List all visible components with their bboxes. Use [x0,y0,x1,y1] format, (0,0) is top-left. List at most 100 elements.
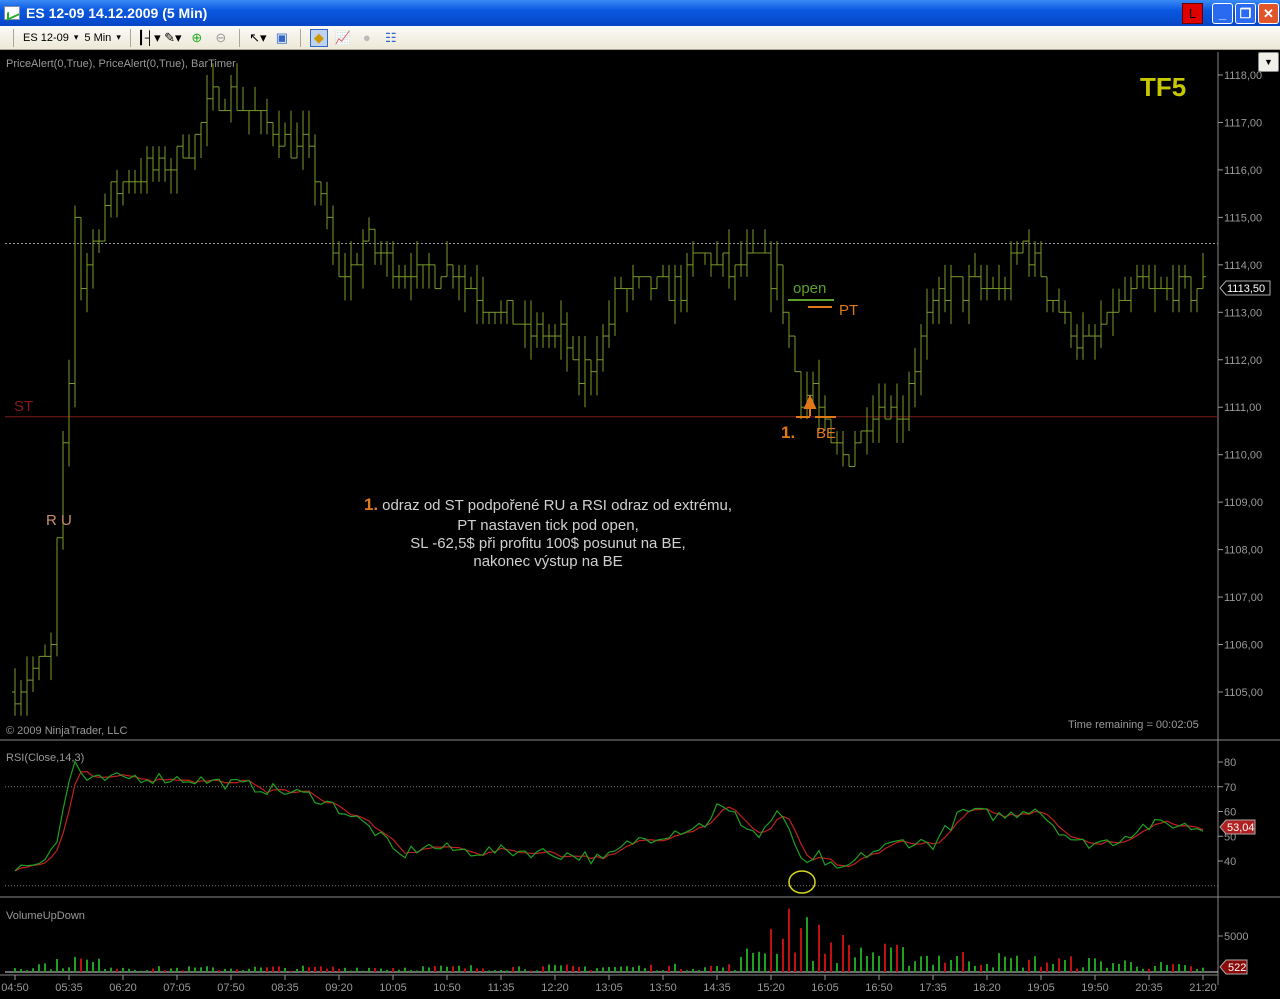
price-bar [888,395,894,420]
price-bar [1110,288,1116,337]
price-bar [798,371,804,420]
price-bar [162,146,168,182]
note-line: odraz od ST podpořené RU a RSI odraz od … [382,497,732,514]
divider [129,28,131,47]
price-bar [156,146,162,182]
divider [238,28,240,47]
price-bar [786,311,792,348]
price-bar [336,241,342,278]
price-bar [1050,299,1056,313]
price-bar [762,229,768,254]
note-number: 1. [364,495,378,514]
price-bar [894,383,900,443]
properties-icon[interactable]: ▣ [273,29,291,47]
price-bar [876,383,882,443]
indicators-icon[interactable]: 📈 [334,29,352,47]
price-bar [270,121,276,147]
chart-options-dropdown[interactable]: ▼ [1258,52,1279,72]
entry-number: 1. [781,423,795,442]
price-bar [744,229,750,277]
price-bar [312,134,318,206]
minimize-button[interactable]: _ [1212,3,1233,24]
price-bar [636,276,642,289]
volume-tick-label: 5000 [1224,931,1248,943]
zoom-out-icon[interactable]: ⊖ [212,29,230,47]
price-bar [48,632,54,681]
price-bar [702,252,708,265]
divider [299,28,301,47]
pencil-draw-icon[interactable]: ✎▾ [164,29,182,47]
price-bar [1098,300,1104,348]
zoom-in-icon[interactable]: ⊕ [188,29,206,47]
price-bar [252,86,258,112]
price-bar [576,336,582,396]
price-bar [192,133,198,170]
price-bar [924,288,930,360]
time-tick-label: 18:20 [973,982,1001,994]
price-bar [342,252,348,301]
price-bar [1104,311,1110,325]
svg-text:1.odraz od ST podpořené RU a R: 1. odraz od ST podpořené RU a RSI odraz o… [364,495,732,514]
toolbar: ES 12-09 5 Min ┃┤▾ ✎▾ ⊕ ⊖ ↖▾ ▣ ◆ 📈 ● ☷ [0,26,1280,50]
price-bar [684,252,690,313]
note-line: nakonec výstup na BE [473,553,622,570]
price-bar [846,454,852,468]
price-bar [24,656,30,716]
title-bar: ES 12-09 14.12.2009 (5 Min) L _ ❐ ✕ [0,0,1280,26]
price-bar [408,252,414,301]
price-tick-label: 1107,00 [1224,592,1263,604]
order-entry-icon[interactable]: ◆ [309,28,328,47]
price-bar [672,264,678,325]
price-bar [936,276,942,325]
interval-select[interactable]: 5 Min [84,32,120,44]
price-bar [534,312,540,348]
instrument-select[interactable]: ES 12-09 [23,32,78,44]
time-tick-label: 05:35 [55,982,83,994]
close-button[interactable]: ✕ [1258,3,1279,24]
data-box-icon[interactable]: ☷ [382,29,400,47]
price-bar [630,264,636,301]
price-bar [42,644,48,657]
volume-last-marker: 522 [1219,959,1248,975]
bar-type-icon[interactable]: ┃┤▾ [137,29,161,47]
price-bar [510,299,516,325]
strategy-icon[interactable]: ● [358,29,376,47]
price-tick-label: 1114,00 [1224,260,1262,272]
l-badge[interactable]: L [1182,3,1203,24]
price-bar [906,371,912,431]
price-bar [234,63,240,112]
price-bar [228,75,234,123]
price-bar [96,229,102,253]
price-bar [330,205,336,265]
price-bar [1122,276,1128,301]
time-tick-label: 15:20 [757,982,785,994]
price-bar [972,252,978,278]
price-bar [1170,264,1176,313]
price-bar [1068,311,1074,348]
price-bar [498,300,504,325]
cursor-pointer-icon[interactable]: ↖▾ [249,29,267,47]
price-bar [372,228,378,265]
price-bar [930,288,936,325]
price-bar [624,288,630,313]
price-bar [1038,241,1044,278]
price-bar [246,110,252,135]
price-bar [108,181,114,218]
price-bar [1146,264,1152,290]
restore-button[interactable]: ❐ [1235,3,1256,24]
price-bar [918,324,924,396]
rsi-plot [5,759,1218,887]
price-bar [558,300,564,360]
price-bar [654,276,660,290]
price-bar [474,264,480,325]
price-tick-label: 1111,00 [1224,402,1261,414]
be-label: BE [816,425,836,442]
time-tick-label: 19:50 [1081,982,1109,994]
price-bar [492,311,498,325]
price-bar [396,264,402,289]
price-tick-label: 1113,00 [1224,307,1262,319]
price-bar [480,276,486,325]
price-bar [348,241,354,301]
time-tick-label: 10:05 [379,982,407,994]
chart-canvas[interactable]: PriceAlert(0,True), PriceAlert(0,True), … [0,50,1280,999]
